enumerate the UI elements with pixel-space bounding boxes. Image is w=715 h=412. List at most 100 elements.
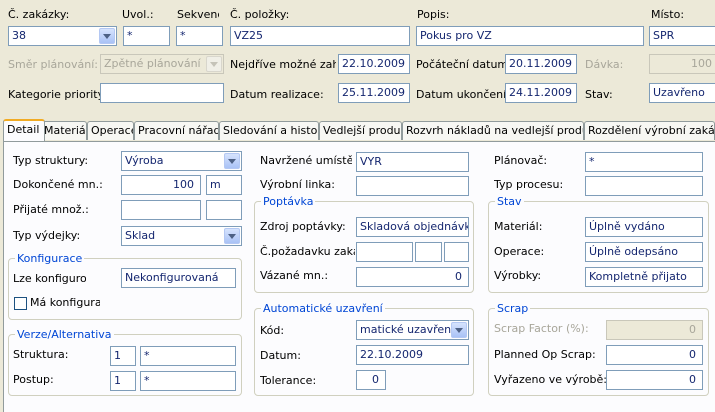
tolerance-field[interactable]: 0 (356, 370, 386, 390)
suggested-location-label: Navržené umístění: (260, 154, 352, 167)
material-state-field[interactable]: Úplně vydáno (585, 217, 703, 237)
products-state-label: Výrobky: (494, 269, 542, 282)
state-group-title: Stav (495, 195, 524, 208)
reserved-qty-field[interactable]: 0 (356, 267, 469, 287)
priority-category-field[interactable] (100, 83, 224, 103)
schedule-direction-value: Zpětné plánování (104, 57, 201, 70)
order-number-value: 38 (12, 29, 26, 42)
tab-by-product-cost-schedule[interactable]: Rozvrh nákladů na vedlejší produkty (402, 121, 584, 140)
earliest-start-label: Nejdříve možné zahájení: (230, 58, 336, 71)
close-code-select[interactable]: matické uzavření (356, 320, 469, 340)
chevron-down-icon[interactable] (224, 228, 240, 244)
reserved-qty-label: Vázané mn.: (260, 269, 329, 282)
received-qty-unit[interactable] (206, 200, 242, 220)
structure-type-select[interactable]: Výroba (121, 151, 242, 171)
planner-field[interactable]: * (585, 152, 703, 172)
close-code-label: Kód: (260, 324, 285, 337)
demand-source-field[interactable]: Skladová objednávka (356, 217, 469, 237)
issue-type-value: Sklad (125, 229, 156, 242)
completed-qty-unit[interactable]: m (206, 175, 242, 195)
routing-label: Postup: (13, 373, 54, 386)
issue-type-select[interactable]: Sklad (121, 226, 242, 246)
order-number-label: Č. zakázky: (8, 8, 70, 21)
part-number-label: Č. položky: (230, 8, 290, 21)
schedule-direction-label: Směr plánování: (8, 58, 98, 71)
site-label: Místo: (651, 8, 685, 21)
received-qty-label: Přijaté množ.: (13, 203, 89, 216)
has-configuration-label: Má konfiguraci (30, 296, 100, 309)
tab-detail[interactable]: Detail (3, 119, 45, 141)
release-field[interactable]: * (123, 26, 170, 46)
status-label: Stav: (585, 88, 613, 101)
structure-version-field[interactable]: 1 (110, 346, 136, 366)
tab-operations[interactable]: Operace (87, 121, 134, 140)
lot-size-label: Dávka: (585, 58, 624, 71)
completed-qty-label: Dokončené mn.: (13, 178, 103, 191)
description-label: Popis: (417, 8, 450, 21)
site-field[interactable]: SPR (649, 26, 715, 46)
demand-number-field[interactable] (356, 242, 413, 262)
scrap-factor-label: Scrap Factor (%): (494, 322, 589, 335)
production-line-field[interactable] (356, 176, 469, 196)
scrap-factor-field: 0 (606, 320, 703, 340)
start-date-label: Počáteční datum: (416, 58, 512, 71)
chevron-down-icon[interactable] (224, 153, 240, 169)
scrapped-in-production-field[interactable]: 0 (606, 370, 703, 390)
tab-material[interactable]: Materiál (40, 121, 87, 140)
tab-order-split[interactable]: Rozdělení výrobní zakázky (584, 121, 715, 140)
structure-alternative-field[interactable]: * (140, 346, 236, 366)
issue-type-label: Typ výdejky: (13, 229, 81, 242)
schedule-direction-select: Zpětné plánování (100, 54, 224, 74)
close-code-value: matické uzavření (360, 323, 455, 336)
process-type-label: Typ procesu: (494, 178, 564, 191)
received-qty-field[interactable] (121, 200, 201, 220)
products-state-field[interactable]: Kompletně přijato (585, 267, 703, 287)
release-label: Uvol.: (122, 8, 154, 21)
part-number-field[interactable]: VZ25 (230, 26, 410, 46)
sequence-field[interactable]: * (176, 26, 223, 46)
demand-line-field[interactable] (415, 242, 442, 262)
close-date-field[interactable]: 22.10.2009 (356, 345, 469, 365)
planned-op-scrap-label: Planned Op Scrap: (494, 348, 596, 361)
routing-alternative-field[interactable]: * (140, 371, 236, 391)
chevron-down-icon (206, 56, 222, 72)
chevron-down-icon[interactable] (451, 322, 467, 338)
process-type-field[interactable] (585, 176, 703, 196)
demand-group-title: Poptávka (261, 195, 316, 208)
chevron-down-icon[interactable] (99, 28, 115, 44)
scrap-group-title: Scrap (495, 302, 531, 315)
operations-state-field[interactable]: Úplně odepsáno (585, 242, 703, 262)
structure-type-value: Výroba (125, 154, 164, 167)
end-date-field[interactable]: 24.11.2009 (505, 83, 577, 103)
tolerance-label: Tolerance: (260, 374, 317, 387)
order-number-select[interactable]: 38 (8, 26, 117, 46)
configurable-field[interactable]: Nekonfigurovaná (121, 268, 236, 288)
scrapped-in-production-label: Vyřazeno ve výrobě: (494, 373, 608, 386)
structure-label: Struktura: (13, 348, 69, 361)
version-alternative-title: Verze/Alternativa (15, 328, 114, 341)
suggested-location-field[interactable]: VYR (356, 152, 469, 172)
configurable-label: Lze konfigurovat: (13, 272, 86, 285)
has-configuration-checkbox[interactable] (14, 297, 27, 310)
auto-close-group-title: Automatické uzavření (261, 302, 385, 315)
demand-release-field[interactable] (444, 242, 469, 262)
routing-version-field[interactable]: 1 (110, 371, 136, 391)
earliest-start-field[interactable]: 22.10.2009 (338, 54, 410, 74)
end-date-label: Datum ukončení: (416, 88, 510, 101)
tab-tracking-history[interactable]: Sledování a historie (219, 121, 319, 140)
close-date-label: Datum: (260, 349, 301, 362)
planner-label: Plánovač: (494, 154, 548, 167)
realization-date-field[interactable]: 25.11.2009 (338, 83, 410, 103)
lot-size-field: 100 (649, 54, 715, 74)
tab-by-products[interactable]: Vedlejší produkty (319, 121, 402, 140)
planned-op-scrap-field[interactable]: 0 (606, 345, 703, 365)
operations-state-label: Operace: (494, 245, 545, 258)
description-field[interactable]: Pokus pro VZ (416, 26, 644, 46)
realization-date-label: Datum realizace: (230, 88, 324, 101)
tab-tools[interactable]: Pracovní nářadí (134, 121, 219, 140)
material-state-label: Materiál: (494, 220, 543, 233)
start-date-field[interactable]: 20.11.2009 (505, 54, 577, 74)
production-line-label: Výrobní linka: (260, 178, 335, 191)
completed-qty-field[interactable]: 100 (121, 175, 201, 195)
status-field[interactable]: Uzavřeno (649, 83, 715, 103)
